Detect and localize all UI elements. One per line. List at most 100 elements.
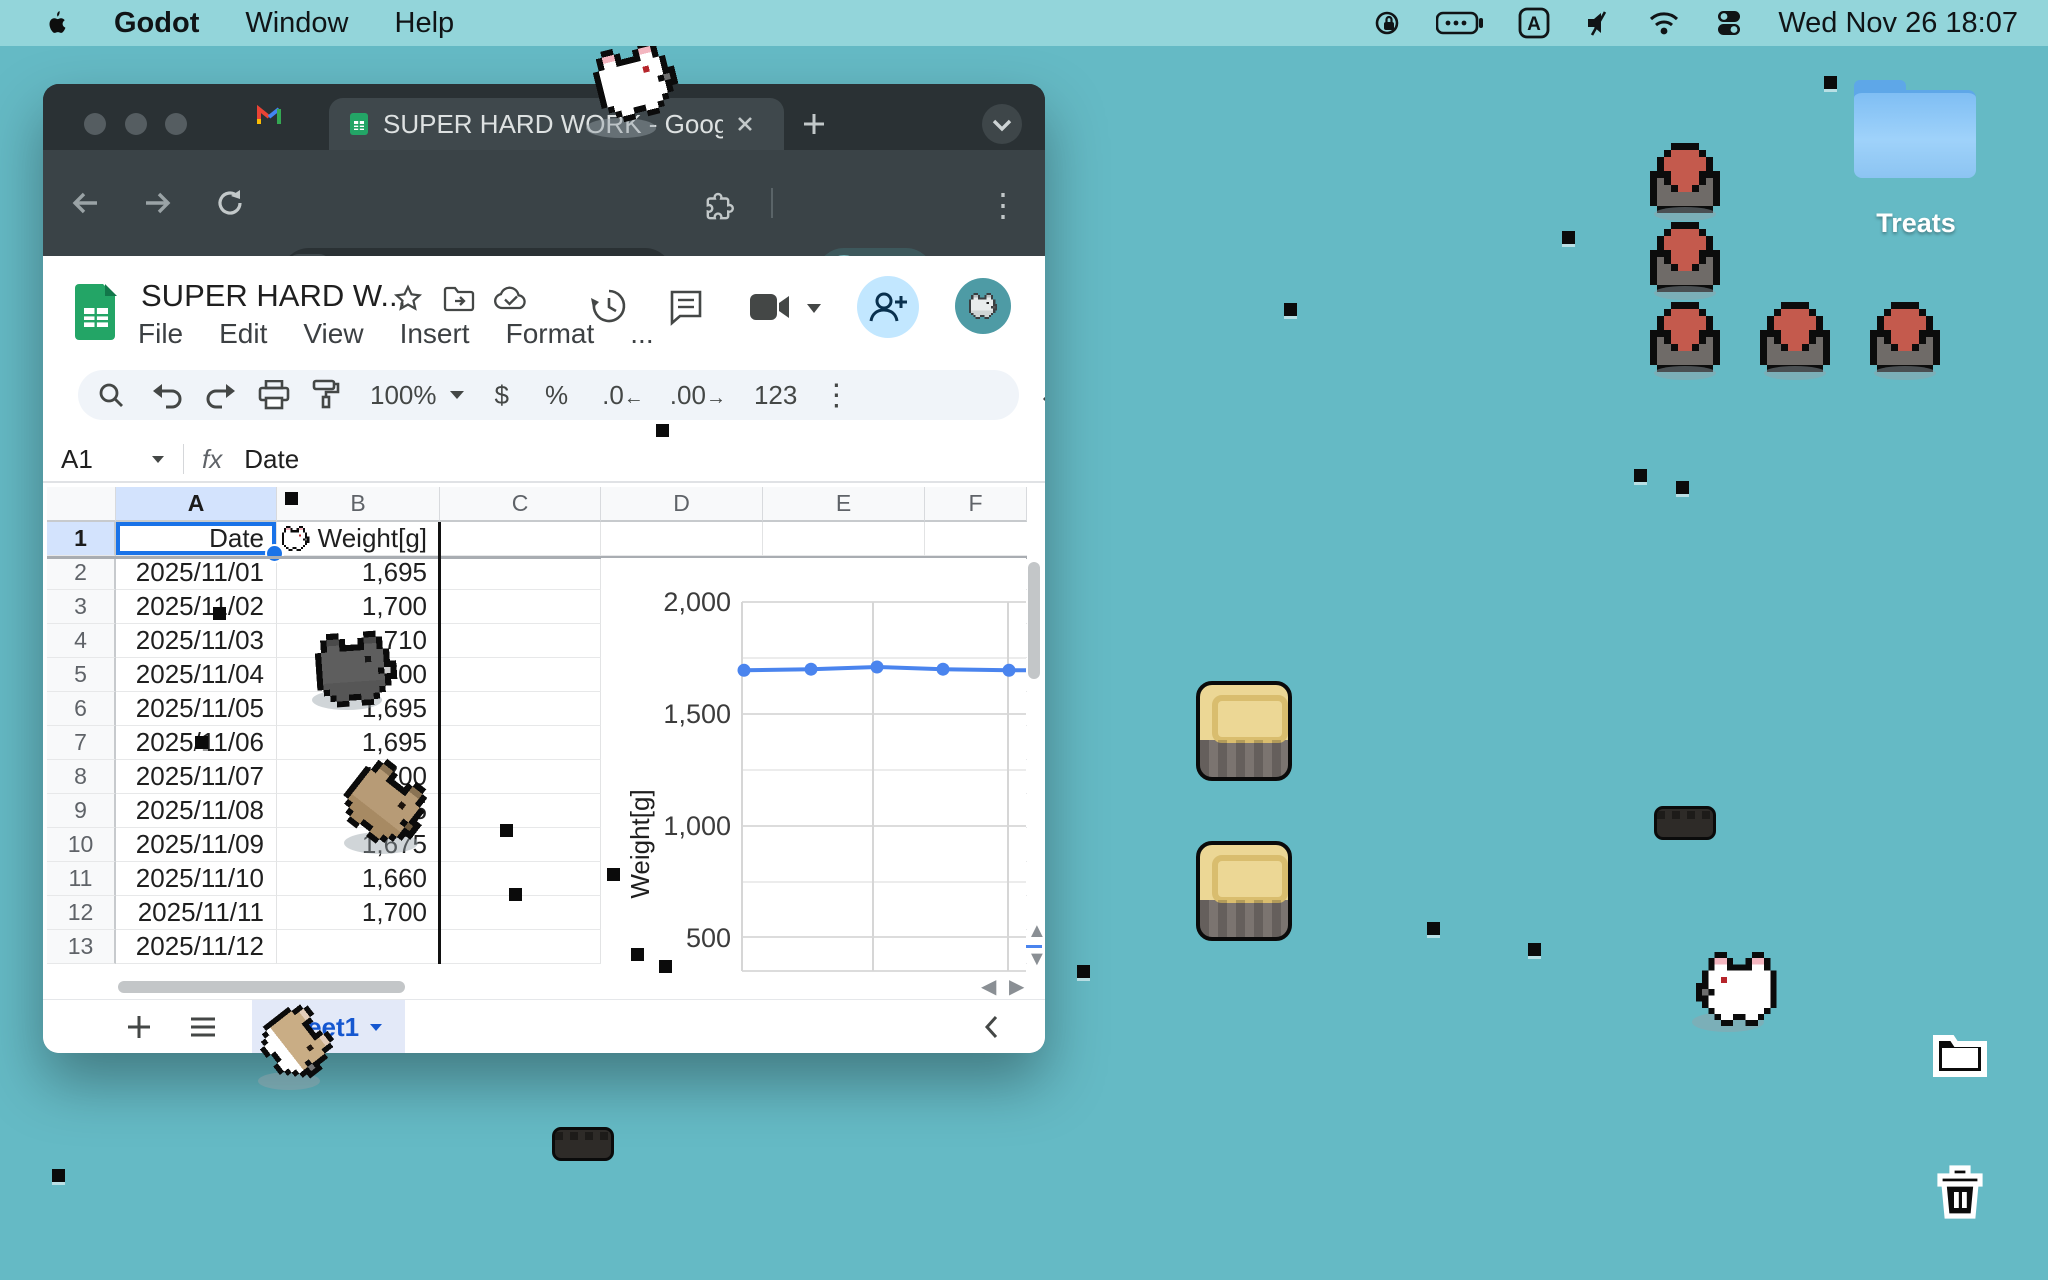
row-header[interactable]: 2: [47, 556, 116, 590]
cell[interactable]: 2025/11/04: [116, 658, 277, 692]
menu-edit[interactable]: Edit: [219, 318, 267, 350]
sheets-logo[interactable]: [73, 282, 117, 340]
redo-icon[interactable]: [204, 381, 236, 409]
cell[interactable]: 2025/11/12: [116, 930, 277, 964]
cell[interactable]: [440, 624, 601, 658]
hamster-dropping[interactable]: [1077, 965, 1090, 978]
treats-folder[interactable]: [1854, 80, 1976, 178]
hamster-dropping[interactable]: [631, 948, 644, 961]
extensions-icon[interactable]: [704, 190, 736, 222]
cell[interactable]: [440, 794, 601, 828]
hamster-dropping[interactable]: [659, 960, 672, 973]
more-formats-button[interactable]: 123: [754, 380, 797, 411]
hamster-dropping[interactable]: [607, 868, 620, 881]
row-header[interactable]: 12: [47, 896, 116, 930]
hamster-dropping[interactable]: [1562, 231, 1575, 244]
doc-title[interactable]: SUPER HARD W...: [141, 278, 406, 314]
cell[interactable]: 2025/11/09: [116, 828, 277, 862]
treat-item[interactable]: [1650, 143, 1720, 213]
zoom-select[interactable]: 100%: [370, 380, 437, 411]
cell[interactable]: [440, 760, 601, 794]
pixel-trash-icon[interactable]: [1932, 1164, 1988, 1222]
cell[interactable]: 1,695: [277, 726, 440, 760]
cell[interactable]: [440, 930, 601, 964]
menu-clock[interactable]: Wed Nov 26 18:07: [1778, 7, 2018, 40]
menu-help[interactable]: Help: [395, 7, 455, 40]
comments-icon[interactable]: [667, 288, 705, 326]
format-currency-button[interactable]: $: [495, 380, 509, 411]
row-header[interactable]: 6: [47, 692, 116, 726]
cell-B1[interactable]: Weight[g]: [277, 522, 440, 556]
row-header[interactable]: 3: [47, 590, 116, 624]
menu-format[interactable]: Format: [506, 318, 595, 350]
hamster-dropping[interactable]: [52, 1169, 65, 1182]
cell[interactable]: [440, 828, 601, 862]
food-pellet[interactable]: [1654, 806, 1716, 840]
row-header[interactable]: 4: [47, 624, 116, 658]
menu-insert[interactable]: Insert: [400, 318, 470, 350]
cell[interactable]: 2025/11/03: [116, 624, 277, 658]
treat-item[interactable]: [1650, 302, 1720, 372]
format-percent-button[interactable]: %: [545, 380, 568, 411]
version-history-icon[interactable]: [589, 286, 629, 326]
treat-item[interactable]: [1870, 302, 1940, 372]
account-avatar[interactable]: [955, 278, 1011, 334]
print-icon[interactable]: [258, 380, 290, 410]
cell[interactable]: 2025/11/07: [116, 760, 277, 794]
hamster-dropping[interactable]: [213, 607, 226, 620]
collapse-toolbar-icon[interactable]: [1041, 388, 1045, 402]
row-header[interactable]: 11: [47, 862, 116, 896]
window-zoom-button[interactable]: [165, 113, 187, 135]
cell[interactable]: 2025/11/05: [116, 692, 277, 726]
meet-camera-icon[interactable]: [749, 292, 793, 322]
cell[interactable]: [440, 726, 601, 760]
col-header-C[interactable]: C: [440, 487, 601, 522]
hamster-white-desktop[interactable]: [1696, 952, 1777, 1026]
hamster-dropping[interactable]: [1824, 76, 1837, 89]
hamster-dropping[interactable]: [195, 736, 208, 749]
cell-A1-selected[interactable]: Date: [116, 522, 277, 556]
scroll-down-icon[interactable]: ▼: [1027, 948, 1045, 971]
cell[interactable]: [763, 522, 925, 556]
row-header[interactable]: 13: [47, 930, 116, 964]
cell[interactable]: 2025/11/10: [116, 862, 277, 896]
zoom-dropdown-icon[interactable]: [449, 390, 465, 400]
increase-decimal-button[interactable]: .00→: [670, 380, 726, 411]
row-header[interactable]: 9: [47, 794, 116, 828]
cell[interactable]: [440, 522, 601, 556]
cell[interactable]: [277, 930, 440, 964]
cell[interactable]: [440, 556, 601, 590]
menu-more[interactable]: ...: [630, 318, 653, 350]
row-header-1[interactable]: 1: [47, 522, 116, 556]
cell[interactable]: 1,660: [277, 862, 440, 896]
corner-cell[interactable]: [47, 487, 116, 522]
scroll-right-icon[interactable]: ▶: [1009, 974, 1024, 999]
pixel-folder-icon[interactable]: [1930, 1026, 1990, 1082]
menu-view[interactable]: View: [303, 318, 363, 350]
gmail-pinned-tab-icon[interactable]: [255, 104, 283, 128]
rotation-lock-icon[interactable]: [1372, 8, 1402, 38]
row-header[interactable]: 7: [47, 726, 116, 760]
paint-format-icon[interactable]: [312, 379, 340, 411]
hamster-dropping[interactable]: [509, 888, 522, 901]
cell[interactable]: 2025/11/08: [116, 794, 277, 828]
hamster-bed[interactable]: [1196, 841, 1292, 941]
row-header[interactable]: 8: [47, 760, 116, 794]
name-box[interactable]: A1: [61, 444, 151, 475]
cell[interactable]: [440, 692, 601, 726]
apple-menu-icon[interactable]: [46, 10, 68, 37]
hamster-dropping[interactable]: [1634, 469, 1647, 482]
treat-item[interactable]: [1760, 302, 1830, 372]
star-doc-icon[interactable]: [393, 284, 423, 314]
treat-item[interactable]: [1650, 222, 1720, 292]
col-header-E[interactable]: E: [763, 487, 925, 522]
row-header[interactable]: 10: [47, 828, 116, 862]
control-center-icon[interactable]: [1714, 8, 1744, 38]
col-header-F[interactable]: F: [925, 487, 1027, 522]
back-button[interactable]: [69, 186, 103, 220]
col-header-A[interactable]: A: [116, 487, 277, 522]
hamster-bed[interactable]: [1196, 681, 1292, 781]
cell[interactable]: 1,700: [277, 590, 440, 624]
window-close-button[interactable]: [84, 113, 106, 135]
reload-button[interactable]: [213, 186, 247, 220]
